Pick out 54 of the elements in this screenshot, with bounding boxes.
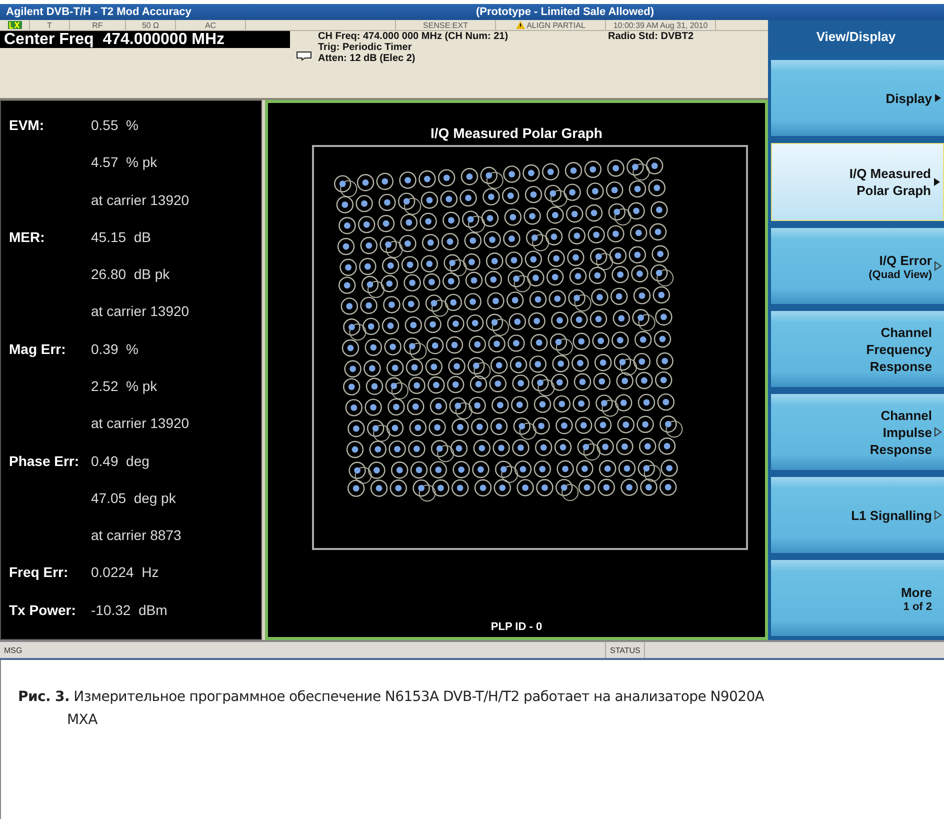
result-value: 26.80 dB pk xyxy=(91,266,170,282)
graph-title: I/Q Measured Polar Graph xyxy=(430,125,602,141)
result-value: 2.52 % pk xyxy=(91,378,158,394)
figure-caption: Рис. 3. Измерительное программное обеспечение N6153A DVB-T/H/T2 работает на анализаторе N9020A MXA xyxy=(18,688,766,730)
status-indicator: T xyxy=(30,20,70,30)
radio-standard: Radio Std: DVBT2 xyxy=(608,31,694,44)
status-indicator: AC xyxy=(176,20,246,30)
status-indicator: SENSE:EXT xyxy=(396,20,496,30)
result-note: at carrier 13920 xyxy=(91,303,190,320)
triangle-icon xyxy=(934,427,942,437)
result-label: Freq Err: xyxy=(9,564,70,580)
softkey[interactable]: Channel Frequency Response xyxy=(771,311,944,387)
measurement-setting: CH Freq: 474.000 000 MHz (CH Num: 21) xyxy=(318,31,510,42)
result-value: 0.0224 Hz xyxy=(91,564,159,580)
result-value: -10.32 dBm xyxy=(91,602,168,618)
triangle-icon xyxy=(933,177,941,187)
result-note: at carrier 8873 xyxy=(91,527,182,544)
softkey[interactable]: I/Q Measured Polar Graph xyxy=(771,143,944,221)
status-indicator: 10:00:39 AM Aug 31, 2010 xyxy=(606,20,716,30)
status-indicator: ALIGN PARTIAL xyxy=(526,20,586,30)
result-label: MER: xyxy=(9,228,46,245)
triangle-icon xyxy=(934,93,942,103)
measurement-setting: Trig: Periodic Timer xyxy=(318,42,413,53)
status-area: STATUS xyxy=(606,642,646,658)
result-note: at carrier 13920 xyxy=(91,415,190,432)
result-note: at carrier 13920 xyxy=(91,192,190,208)
center-frequency: Center Freq 474.000000 MHz xyxy=(0,31,290,48)
result-value: 0.39 % xyxy=(91,340,138,357)
message-area: MSG xyxy=(0,642,606,658)
result-label: EVM: xyxy=(9,117,45,133)
measurement-setting: Atten: 12 dB (Elec 2) xyxy=(318,53,416,64)
result-value: 4.57 % pk xyxy=(91,154,158,170)
result-value: 45.15 dB xyxy=(91,228,151,245)
window-title: Agilent DVB-T/H - T2 Mod Accuracy xyxy=(6,6,192,18)
warning-icon xyxy=(516,21,525,29)
triangle-icon xyxy=(934,510,942,520)
softkey[interactable]: More 1 of 2 xyxy=(771,560,944,636)
speech-bubble-icon xyxy=(296,51,312,61)
result-value: 0.49 deg xyxy=(91,452,150,469)
softkey[interactable]: Display xyxy=(771,60,944,136)
result-label: Mag Err: xyxy=(9,340,67,357)
status-indicator: 50 Ω xyxy=(126,20,176,30)
softkey[interactable]: L1 Signalling xyxy=(771,477,944,553)
lxi-logo-icon xyxy=(8,21,22,29)
plp-id: PLP ID - 0 xyxy=(490,621,542,633)
status-indicator: RF xyxy=(70,20,126,30)
result-label: Phase Err: xyxy=(9,452,80,469)
result-label: Tx Power: xyxy=(9,602,77,618)
result-value: 47.05 deg pk xyxy=(91,490,176,506)
softkey[interactable]: Channel Impulse Response xyxy=(771,394,944,470)
softkey[interactable]: I/Q Error (Quad View) xyxy=(771,228,944,304)
triangle-icon xyxy=(934,261,942,271)
result-value: 0.55 % xyxy=(91,117,138,133)
window-notice: (Prototype - Limited Sale Allowed) xyxy=(476,6,654,18)
